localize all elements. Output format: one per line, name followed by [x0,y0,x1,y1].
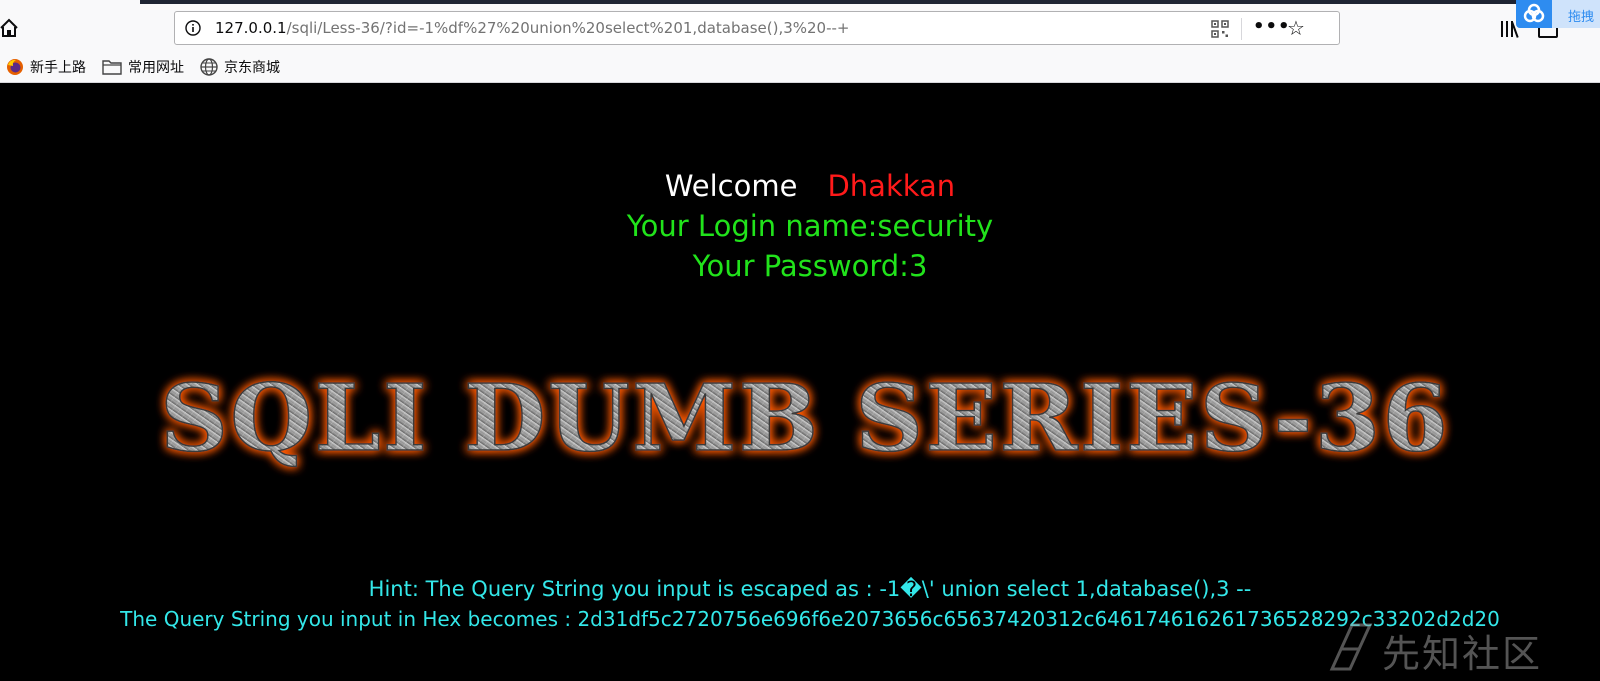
banner-text: SQLI DUMB SERIES-36 [160,364,1450,472]
qr-code-icon[interactable] [1211,20,1229,38]
bookmark-item-common-sites[interactable]: 常用网址 [102,57,184,77]
watermark-logo-icon [1329,623,1373,671]
welcome-line: Welcome Dhakkan [0,169,1600,203]
browser-toolbar: 127.0.0.1/sqli/Less-36/?id=-1%df%27%20un… [0,0,1600,83]
home-icon[interactable] [0,18,18,38]
bookmarks-bar: 新手上路 常用网址 京东商城 [0,54,290,80]
hint-escaped-query: Hint: The Query String you input is esca… [368,577,1252,601]
bookmark-label: 新手上路 [30,60,86,76]
bookmark-star-icon[interactable]: ☆ [1287,17,1309,39]
info-icon[interactable] [185,20,201,36]
watermark-text: 先知社区 [1382,632,1543,676]
bookmark-label: 常用网址 [128,60,184,76]
welcome-username: Dhakkan [827,169,956,203]
extension-logo-icon [1516,0,1552,28]
extension-label: 拖拽 [1568,10,1595,25]
bookmark-item-jd[interactable]: 京东商城 [200,57,280,77]
cloud-icon [1523,3,1545,23]
bookmark-item-getting-started[interactable]: 新手上路 [6,57,86,77]
url-bar-divider [1241,18,1242,40]
tab-strip [140,0,1600,4]
more-actions-icon[interactable]: ••• [1253,18,1290,38]
globe-icon [200,58,218,76]
url-text[interactable]: 127.0.0.1/sqli/Less-36/?id=-1%df%27%20un… [215,19,850,37]
url-path: /sqli/Less-36/?id=-1%df%27%20union%20sel… [286,19,850,37]
login-name-line: Your Login name:security [626,209,994,243]
series-banner: SQLI DUMB SERIES-36 [159,363,1450,473]
folder-icon [102,60,122,75]
url-bar[interactable]: 127.0.0.1/sqli/Less-36/?id=-1%df%27%20un… [174,11,1340,45]
url-host: 127.0.0.1 [215,19,287,37]
extension-badge[interactable]: 拖拽 [1516,0,1600,28]
welcome-word: Welcome [664,169,798,203]
watermark: 先知社区 [1326,619,1596,676]
password-line: Your Password:3 [692,249,928,283]
bookmark-label: 京东商城 [224,60,280,76]
page-content: Welcome Dhakkan Your Login name:security … [0,83,1600,681]
firefox-icon [7,59,23,75]
